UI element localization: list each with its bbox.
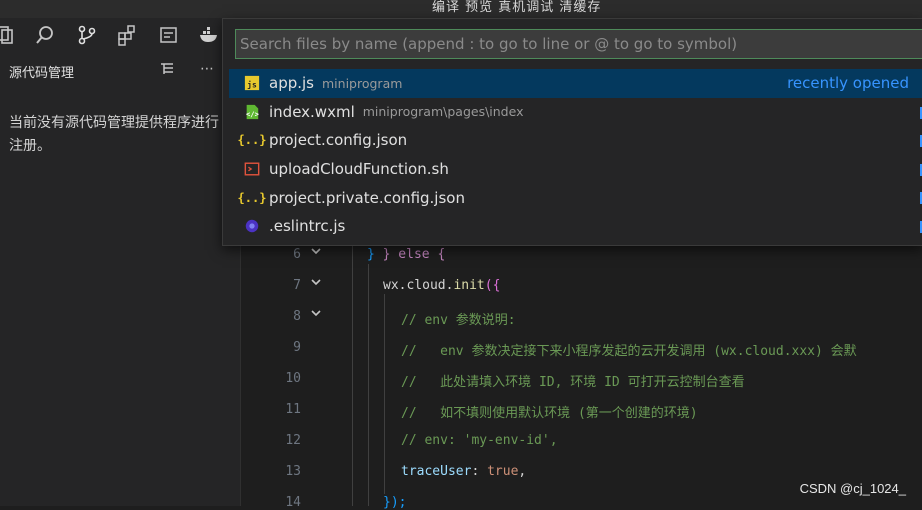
code-line-11: // 如不填则使用默认环境 (第一个创建的环境) bbox=[401, 406, 698, 421]
title-bar-text: 编译 预览 真机调试 清缓存 bbox=[432, 0, 602, 15]
search-icon[interactable] bbox=[34, 24, 56, 46]
sidebar-title: 源代码管理 bbox=[9, 66, 75, 81]
file-path: miniprogram bbox=[322, 75, 403, 91]
svg-text:js: js bbox=[247, 80, 257, 90]
line-number: 14 bbox=[285, 495, 301, 510]
svg-text:</>: </> bbox=[246, 109, 259, 118]
indent-guide bbox=[352, 234, 353, 506]
source-control-icon[interactable] bbox=[76, 24, 98, 46]
line-number: 9 bbox=[293, 340, 301, 355]
fold-chevron-icon[interactable] bbox=[309, 306, 325, 320]
line-number: 7 bbox=[293, 278, 301, 293]
extensions-icon[interactable] bbox=[116, 24, 138, 46]
source-control-sidebar: 源代码管理 ⋯ 当前没有源代码管理提供程序进行注册。 bbox=[0, 54, 241, 506]
watermark: CSDN @cj_1024_ bbox=[799, 481, 906, 496]
quick-open-panel: js app.js miniprogram recently opened </… bbox=[222, 18, 922, 246]
json-icon: {..} bbox=[237, 133, 267, 148]
code-line-14: }); bbox=[383, 495, 407, 510]
wxml-icon: </> bbox=[243, 103, 261, 121]
eslint-icon bbox=[243, 217, 261, 235]
quick-open-item[interactable]: uploadCloudFunction.sh bbox=[229, 155, 922, 184]
code-line-6: } } else { bbox=[367, 247, 446, 262]
code-line-10: // 此处请填入环境 ID, 环境 ID 可打开云控制台查看 bbox=[401, 375, 745, 390]
activity-bar bbox=[0, 18, 240, 54]
file-path: miniprogram\pages\index bbox=[362, 104, 524, 120]
json-icon: {..} bbox=[237, 190, 267, 205]
fold-chevron-icon[interactable] bbox=[309, 244, 325, 258]
quick-open-item[interactable]: js app.js miniprogram recently opened bbox=[229, 69, 922, 98]
file-name: uploadCloudFunction.sh bbox=[269, 160, 449, 179]
line-number: 13 bbox=[285, 464, 301, 479]
quick-open-item[interactable]: .eslintrc.js bbox=[229, 212, 922, 241]
indent-guide bbox=[368, 264, 369, 506]
recently-opened-label: recently opened bbox=[787, 74, 909, 92]
panel-icon[interactable] bbox=[158, 24, 180, 46]
line-number: 10 bbox=[285, 371, 301, 386]
code-line-9: // env 参数决定接下来小程序发起的云开发调用 (wx.cloud.xxx)… bbox=[401, 344, 857, 359]
file-name: .eslintrc.js bbox=[269, 217, 346, 236]
code-line-13: traceUser: true, bbox=[401, 464, 527, 479]
line-number: 8 bbox=[293, 309, 301, 324]
list-view-icon[interactable] bbox=[158, 60, 176, 78]
code-line-7: wx.cloud.init({ bbox=[383, 278, 501, 293]
quick-open-results: js app.js miniprogram recently opened </… bbox=[229, 69, 922, 241]
line-number: 12 bbox=[285, 433, 301, 448]
fold-chevron-icon[interactable] bbox=[309, 275, 325, 289]
file-name: app.js bbox=[269, 74, 314, 93]
line-number: 11 bbox=[285, 402, 301, 417]
shell-icon bbox=[243, 160, 261, 178]
file-name: project.config.json bbox=[269, 131, 408, 150]
no-provider-message: 当前没有源代码管理提供程序进行注册。 bbox=[9, 115, 219, 154]
explorer-icon[interactable] bbox=[0, 24, 16, 46]
quick-open-item[interactable]: {..} project.config.json bbox=[229, 126, 922, 155]
code-line-12: // env: 'my-env-id', bbox=[401, 433, 558, 448]
file-name: index.wxml bbox=[269, 102, 355, 121]
file-name: project.private.config.json bbox=[269, 188, 465, 207]
more-actions-icon[interactable]: ⋯ bbox=[198, 60, 216, 78]
docker-icon[interactable] bbox=[198, 24, 220, 46]
line-number: 6 bbox=[293, 247, 301, 262]
quick-open-item[interactable]: {..} project.private.config.json bbox=[229, 183, 922, 212]
code-line-8: // env 参数说明: bbox=[401, 313, 516, 328]
quick-open-search-input[interactable] bbox=[235, 29, 922, 59]
js-icon: js bbox=[243, 74, 261, 92]
title-bar: 编译 预览 真机调试 清缓存 bbox=[0, 0, 922, 18]
quick-open-item[interactable]: </> index.wxml miniprogram\pages\index bbox=[229, 98, 922, 127]
indent-guide bbox=[384, 294, 385, 494]
